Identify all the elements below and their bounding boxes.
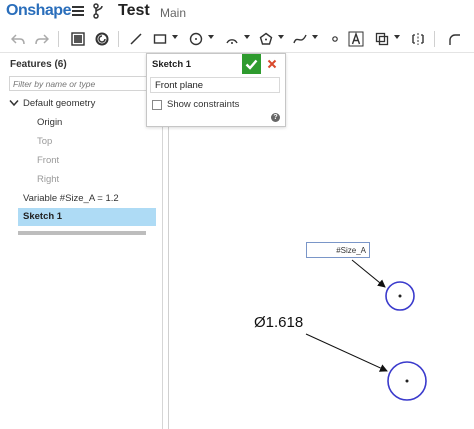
circle-center-point[interactable] xyxy=(398,294,402,298)
diameter-dimension-label[interactable]: Ø1.618 xyxy=(254,314,303,331)
dimension-input-field[interactable]: #Size_A xyxy=(306,242,370,258)
dimension-leader-small xyxy=(351,259,386,288)
circle-center-point[interactable] xyxy=(405,379,409,383)
sketch-canvas[interactable] xyxy=(0,0,474,429)
dimension-leader-large xyxy=(305,333,388,372)
